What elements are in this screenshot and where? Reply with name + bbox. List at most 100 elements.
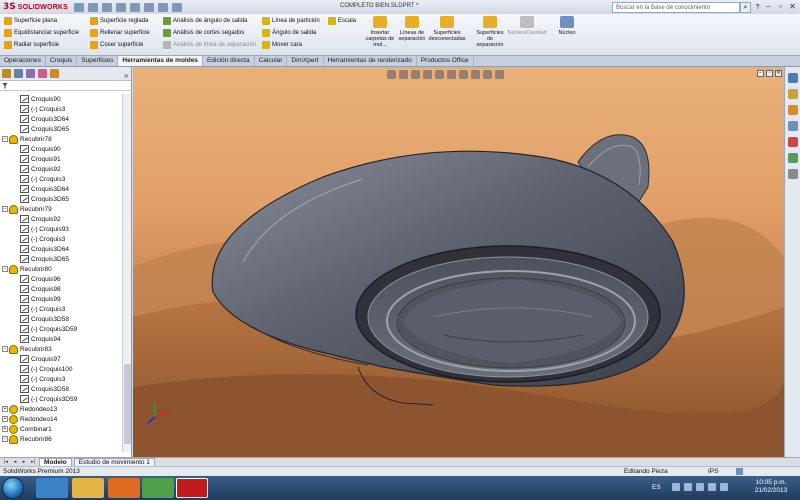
tab-productos-office[interactable]: Productos Office <box>417 56 474 66</box>
tree-item[interactable]: Croquis90 <box>0 144 122 154</box>
edit-appearance-icon[interactable] <box>471 70 480 79</box>
display-manager-icon[interactable] <box>50 69 59 78</box>
status-units[interactable]: IPS <box>708 468 718 475</box>
save-icon[interactable] <box>102 2 112 12</box>
tree-item[interactable]: Croquis94 <box>0 334 122 344</box>
shut-off-surfaces-button[interactable]: Superficies desconectadas <box>429 16 466 42</box>
resources-icon[interactable] <box>788 73 798 83</box>
clock[interactable]: 10:05 p.m. 21/02/2013 <box>753 479 789 495</box>
tree-item[interactable]: (-) Croquis3 <box>0 304 122 314</box>
planar-surface-button[interactable]: Superficie plana <box>4 17 79 25</box>
dimxpert-manager-icon[interactable] <box>38 69 47 78</box>
feature-manager-icon[interactable] <box>2 69 11 78</box>
scale-button[interactable]: Escala <box>328 17 356 25</box>
open-icon[interactable] <box>88 2 98 12</box>
ruled-surface-button[interactable]: Superficie reglada <box>90 17 150 25</box>
tree-item[interactable]: + Redondeo14 <box>0 414 122 424</box>
forum-icon[interactable] <box>788 169 798 179</box>
tab-calcular[interactable]: Calcular <box>255 56 288 66</box>
help-status-icon[interactable] <box>736 468 743 475</box>
tab-operaciones[interactable]: Operaciones <box>0 56 46 66</box>
close-icon[interactable]: ✕ <box>787 1 798 12</box>
tree-item[interactable]: − Recubrir86 <box>0 434 122 444</box>
tree-item[interactable]: − Recubrir78 <box>0 134 122 144</box>
tree-item[interactable]: (-) Croquis3 <box>0 174 122 184</box>
draft-button[interactable]: Ángulo de salida <box>262 29 320 37</box>
parting-surfaces-button[interactable]: Superficies de separación <box>473 16 507 48</box>
tree-item[interactable]: Croquis98 <box>0 284 122 294</box>
tree-item[interactable]: + Redondeo13 <box>0 404 122 414</box>
print-icon[interactable] <box>116 2 126 12</box>
appearances-icon[interactable] <box>788 137 798 147</box>
tree-item[interactable]: − Recubrir80 <box>0 264 122 274</box>
view-settings-icon[interactable] <box>495 70 504 79</box>
start-button[interactable] <box>2 477 24 499</box>
tray-arrow-icon[interactable] <box>672 483 680 491</box>
zoom-fit-icon[interactable] <box>387 70 396 79</box>
options-icon[interactable] <box>172 2 182 12</box>
next-tab-icon[interactable]: ▸ <box>20 459 28 466</box>
graphics-area[interactable]: – ▫ ✕ <box>133 67 784 457</box>
design-library-icon[interactable] <box>788 89 798 99</box>
view-orientation-icon[interactable] <box>435 70 444 79</box>
tree-item[interactable]: Croquis3D65 <box>0 124 122 134</box>
tree-item[interactable]: Croquis3D58 <box>0 384 122 394</box>
tooling-split-folders-button[interactable]: Insertar carpetas de mol... <box>363 16 397 48</box>
tab-superficies[interactable]: Superficies <box>77 56 119 66</box>
tab-edicion-directa[interactable]: Edición directa <box>203 56 255 66</box>
move-face-button[interactable]: Mover cara <box>262 41 320 49</box>
view-palette-icon[interactable] <box>788 121 798 131</box>
expand-icon[interactable]: − <box>2 136 8 142</box>
tree-item[interactable]: Croquis99 <box>0 294 122 304</box>
tree-item[interactable]: (-) Croquis100 <box>0 364 122 374</box>
section-view-icon[interactable] <box>423 70 432 79</box>
tree-item[interactable]: Croquis3D64 <box>0 184 122 194</box>
tray-battery-icon[interactable] <box>720 483 728 491</box>
core-cavity-button[interactable]: Núcleo/Cavidad <box>508 16 546 36</box>
scrollbar-thumb[interactable] <box>124 364 131 444</box>
search-icon[interactable]: ⌕ <box>740 2 751 13</box>
tree-item[interactable]: Croquis96 <box>0 274 122 284</box>
tree-item[interactable]: + Combinar1 <box>0 424 122 434</box>
tree-item[interactable]: (-) Croquis3 <box>0 374 122 384</box>
last-tab-icon[interactable]: ▸| <box>29 459 37 466</box>
tree-item[interactable]: Croquis90 <box>0 94 122 104</box>
zoom-area-icon[interactable] <box>399 70 408 79</box>
restore-icon[interactable]: ▫ <box>775 1 786 12</box>
tray-volume-icon[interactable] <box>708 483 716 491</box>
first-tab-icon[interactable]: |◂ <box>2 459 10 466</box>
tree-item[interactable]: (-) Croquis3 <box>0 104 122 114</box>
language-indicator[interactable]: ES <box>652 484 661 491</box>
expand-icon[interactable]: − <box>2 436 8 442</box>
hide-show-icon[interactable] <box>459 70 468 79</box>
split-line-button[interactable]: Línea de partición <box>262 17 320 25</box>
previous-view-icon[interactable] <box>411 70 420 79</box>
file-explorer-icon[interactable] <box>788 105 798 115</box>
tree-item[interactable]: Croquis3D65 <box>0 194 122 204</box>
configuration-manager-icon[interactable] <box>26 69 35 78</box>
tree-filter[interactable] <box>0 81 131 91</box>
core-button[interactable]: Núcleo <box>550 16 584 36</box>
tree-item[interactable]: Croquis3D64 <box>0 244 122 254</box>
offset-surface-button[interactable]: Equidistanciar superficie <box>4 29 79 37</box>
solidworks-taskbar-icon[interactable] <box>176 478 208 498</box>
fill-surface-button[interactable]: Rellenar superficie <box>90 29 150 37</box>
draft-analysis-button[interactable]: Análisis de ángulo de salida <box>163 17 256 25</box>
tray-flag-icon[interactable] <box>684 483 692 491</box>
explorer-taskbar-icon[interactable] <box>72 478 104 498</box>
property-manager-icon[interactable] <box>14 69 23 78</box>
tab-dimxpert[interactable]: DimXpert <box>287 56 324 66</box>
parting-lines-button[interactable]: Líneas de separación <box>395 16 429 42</box>
viewport-close-icon[interactable]: ✕ <box>775 70 782 77</box>
tray-network-icon[interactable] <box>696 483 704 491</box>
media-player-taskbar-icon[interactable] <box>108 478 140 498</box>
tree-scrollbar[interactable] <box>122 94 131 452</box>
search-input[interactable]: Buscar en la Base de conocimiento <box>612 2 740 13</box>
prev-tab-icon[interactable]: ◂ <box>11 459 19 466</box>
undercut-analysis-button[interactable]: Análisis de cortes segados <box>163 29 256 37</box>
viewport-minimize-icon[interactable]: – <box>757 70 764 77</box>
tree-item[interactable]: Croquis92 <box>0 214 122 224</box>
radiate-surface-button[interactable]: Radiar superficie <box>4 41 79 49</box>
display-style-icon[interactable] <box>447 70 456 79</box>
expand-icon[interactable]: − <box>2 206 8 212</box>
